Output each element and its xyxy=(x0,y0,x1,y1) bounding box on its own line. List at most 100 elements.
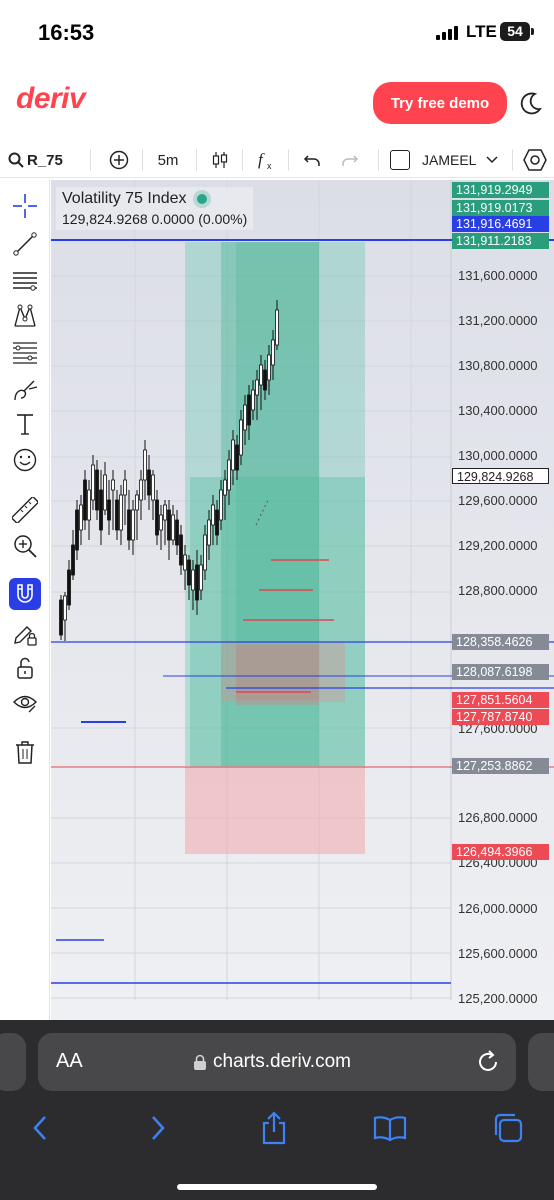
bookmarks-button[interactable] xyxy=(372,1110,408,1146)
candle-body xyxy=(63,595,67,621)
brush-icon xyxy=(14,380,38,401)
candle-body xyxy=(243,404,247,431)
candle-body xyxy=(115,499,119,531)
channel-tool[interactable] xyxy=(9,336,41,368)
reload-icon[interactable] xyxy=(474,1048,502,1076)
deriv-logo[interactable]: deriv xyxy=(16,82,86,116)
candle-body xyxy=(219,489,223,521)
url-text[interactable]: charts.deriv.com xyxy=(213,1051,351,1073)
candle-body xyxy=(187,559,191,586)
emoji-tool[interactable] xyxy=(9,444,41,476)
settings-hex-icon xyxy=(523,149,547,171)
chart-type-button[interactable] xyxy=(206,142,234,178)
ruler-tool[interactable] xyxy=(9,494,41,526)
candle-body xyxy=(67,569,71,606)
site-header: deriv Try free demo xyxy=(0,62,554,142)
candle-body xyxy=(275,309,279,346)
add-symbol-button[interactable] xyxy=(104,142,134,178)
pattern-tool[interactable] xyxy=(9,300,41,332)
magnet-tool[interactable] xyxy=(9,578,41,610)
candle-body xyxy=(163,504,167,521)
eye-icon xyxy=(13,695,37,713)
next-tab-peek[interactable] xyxy=(528,1033,554,1091)
search-icon xyxy=(8,152,24,168)
visibility-tool[interactable] xyxy=(9,686,41,718)
signal-icon xyxy=(436,26,460,40)
unlock-tool[interactable] xyxy=(9,652,41,684)
candle-body xyxy=(151,474,155,501)
candle-body xyxy=(159,514,163,531)
symbol-selector[interactable]: R_75 xyxy=(8,142,72,178)
chevron-down-icon xyxy=(486,156,498,164)
line-tool[interactable] xyxy=(9,228,41,260)
redo-button[interactable] xyxy=(336,142,364,178)
previous-tab-peek[interactable] xyxy=(0,1033,26,1091)
candle-body xyxy=(251,389,255,411)
line-icon xyxy=(13,232,37,256)
candle-body xyxy=(191,569,195,591)
settings-button[interactable] xyxy=(520,142,550,178)
undo-button[interactable] xyxy=(298,142,326,178)
forward-icon xyxy=(152,1116,165,1140)
ruler-icon xyxy=(12,497,38,523)
forward-button[interactable] xyxy=(140,1110,176,1146)
share-icon xyxy=(262,1111,286,1145)
indicators-button[interactable]: f x xyxy=(252,142,280,178)
text-icon xyxy=(17,414,33,435)
lock-drawing-icon xyxy=(14,626,37,646)
lock-drawing-tool[interactable] xyxy=(9,618,41,650)
candle-body xyxy=(95,469,99,511)
candle-body xyxy=(71,544,75,576)
back-button[interactable] xyxy=(22,1110,58,1146)
delete-tool[interactable] xyxy=(9,736,41,768)
interval-selector[interactable]: 5m xyxy=(150,142,186,178)
browser-bar: AA charts.deriv.com xyxy=(0,1020,554,1200)
candle-body xyxy=(175,519,179,546)
candle-body xyxy=(99,489,103,531)
candles-icon xyxy=(212,152,228,168)
candle-body xyxy=(127,509,131,541)
tabs-button[interactable] xyxy=(490,1110,526,1146)
candle-body xyxy=(103,474,107,511)
svg-text:f: f xyxy=(258,150,265,169)
text-size-button[interactable]: AA xyxy=(56,1050,83,1073)
moon-icon[interactable] xyxy=(518,90,544,116)
horizontal-lines-tool[interactable] xyxy=(9,264,41,296)
bookmarks-icon xyxy=(373,1116,407,1141)
candle-body xyxy=(211,504,215,526)
drawings-toggle[interactable]: JAMEEL xyxy=(390,142,508,178)
candle-body xyxy=(143,449,147,481)
drawing-tools-panel xyxy=(0,180,50,1020)
candle-body xyxy=(227,459,231,491)
unlock-icon xyxy=(17,657,33,679)
share-button[interactable] xyxy=(256,1110,292,1146)
candle-body xyxy=(155,499,159,536)
symbol-info: Volatility 75 Index 129,824.9268 0.0000 … xyxy=(56,187,254,230)
tabs-icon xyxy=(494,1113,523,1143)
undo-icon xyxy=(303,155,320,166)
address-bar[interactable]: AA charts.deriv.com xyxy=(38,1033,516,1091)
candle-body xyxy=(263,369,267,391)
candle-body xyxy=(179,534,183,566)
lock-icon xyxy=(194,1054,206,1070)
candle-body xyxy=(123,479,127,496)
crosshair-icon xyxy=(13,194,37,218)
price-chart[interactable] xyxy=(51,180,554,1020)
battery-icon: 54 xyxy=(500,22,530,41)
drawings-checkbox[interactable] xyxy=(390,150,410,170)
candle-body xyxy=(147,469,151,496)
text-tool[interactable] xyxy=(9,408,41,440)
try-free-demo-button[interactable]: Try free demo xyxy=(373,82,507,124)
chart-canvas[interactable] xyxy=(51,180,554,1020)
symbol-name: Volatility 75 Index xyxy=(62,190,187,207)
candle-body xyxy=(167,509,171,541)
candle-body xyxy=(267,354,271,381)
candle-body xyxy=(223,479,227,496)
chart-toolbar: R_75 5m f x JAMEEL xyxy=(0,142,554,178)
crosshair-tool[interactable] xyxy=(9,190,41,222)
candle-body xyxy=(111,479,115,491)
zoom-tool[interactable] xyxy=(9,530,41,562)
emoji-icon xyxy=(13,448,37,472)
candle-body xyxy=(83,479,87,521)
brush-tool[interactable] xyxy=(9,374,41,406)
